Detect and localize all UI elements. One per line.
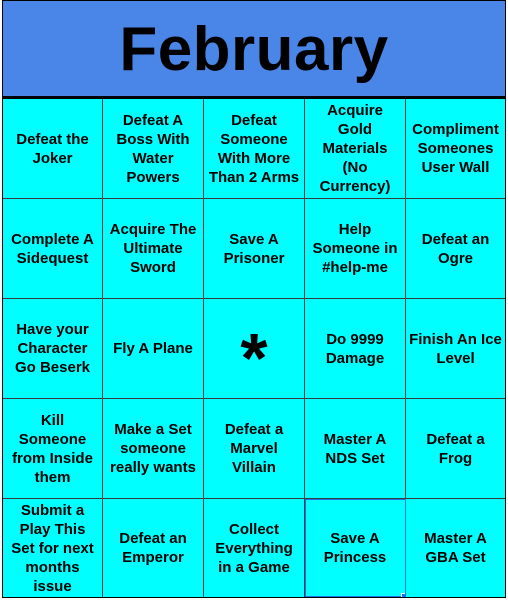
bingo-cell[interactable]: Master A NDS Set xyxy=(305,399,406,499)
bingo-cell[interactable]: Kill Someone from Inside them xyxy=(3,399,103,499)
bingo-cell[interactable]: Acquire Gold Materials (No Currency) xyxy=(305,99,406,199)
bingo-cell[interactable]: Master A GBA Set xyxy=(406,499,505,597)
free-space-cell[interactable]: * xyxy=(204,299,305,399)
page-title: February xyxy=(119,14,389,84)
bingo-cell[interactable]: Fly A Plane xyxy=(103,299,204,399)
bingo-cell[interactable]: Acquire The Ultimate Sword xyxy=(103,199,204,299)
bingo-cell[interactable]: Finish An Ice Level xyxy=(406,299,505,399)
bingo-cell[interactable]: Help Someone in #help-me xyxy=(305,199,406,299)
bingo-cell[interactable]: Defeat a Marvel Villain xyxy=(204,399,305,499)
bingo-cell-text: Save A Princess xyxy=(323,530,387,566)
selection-fill-handle[interactable] xyxy=(401,593,405,597)
bingo-cell[interactable]: Defeat A Boss With Water Powers xyxy=(103,99,204,199)
bingo-cell[interactable]: Defeat an Emperor xyxy=(103,499,204,597)
bingo-cell[interactable]: Compliment Someones User Wall xyxy=(406,99,505,199)
bingo-grid: Defeat the Joker Defeat A Boss With Wate… xyxy=(3,99,505,597)
bingo-cell[interactable]: Submit a Play This Set for next months i… xyxy=(3,499,103,597)
bingo-sheet: February Defeat the Joker Defeat A Boss … xyxy=(2,0,506,598)
header[interactable]: February xyxy=(3,1,505,99)
bingo-cell[interactable]: Save A Prisoner xyxy=(204,199,305,299)
bingo-cell[interactable]: Defeat the Joker xyxy=(3,99,103,199)
bingo-cell[interactable]: Complete A Sidequest xyxy=(3,199,103,299)
bingo-cell[interactable]: Defeat a Frog xyxy=(406,399,505,499)
bingo-cell[interactable]: Collect Everything in a Game xyxy=(204,499,305,597)
bingo-cell[interactable]: Make a Set someone really wants xyxy=(103,399,204,499)
bingo-cell[interactable]: Have your Character Go Beserk xyxy=(3,299,103,399)
bingo-cell[interactable]: Defeat an Ogre xyxy=(406,199,505,299)
bingo-cell[interactable]: Defeat Someone With More Than 2 Arms xyxy=(204,99,305,199)
bingo-cell[interactable]: Do 9999 Damage xyxy=(305,299,406,399)
selected-bingo-cell[interactable]: Save A Princess xyxy=(305,499,406,597)
